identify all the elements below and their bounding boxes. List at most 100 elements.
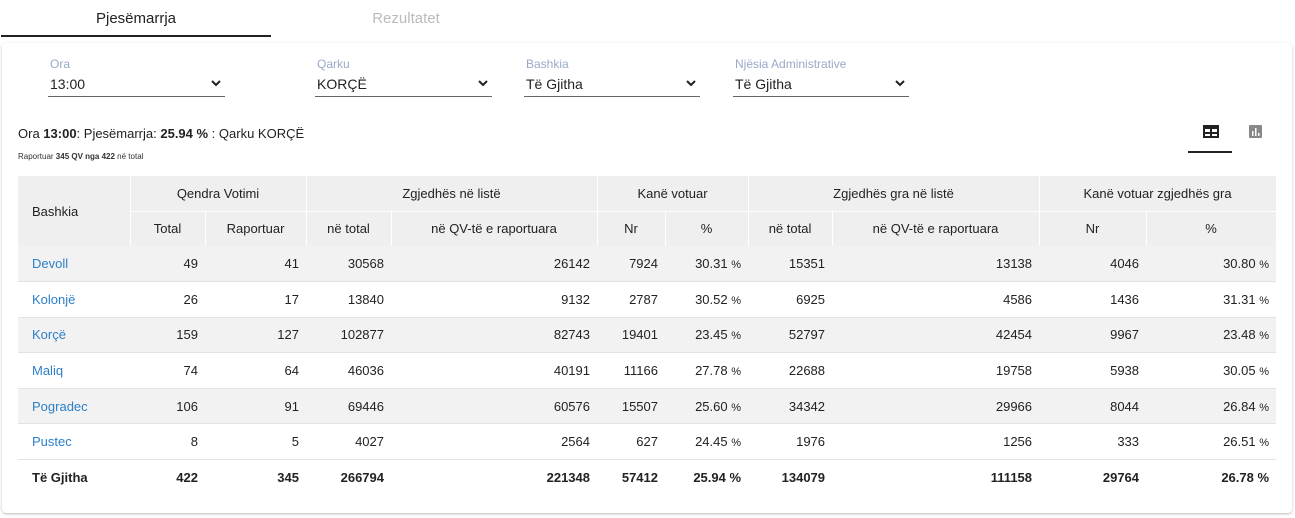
cell-value: 30.52 — [695, 291, 728, 307]
cell-bashkia: Pustec — [18, 423, 130, 461]
cell-c8: 42454 — [832, 317, 1040, 354]
select-qarku[interactable]: KORÇË — [315, 73, 492, 97]
subheader-ne-qv-raportuara[interactable]: në QV-të e raportuara — [391, 210, 598, 246]
cell-bashkia: Korçë — [18, 317, 130, 354]
cell-c10: 30.05 % — [1146, 352, 1277, 389]
table-row: Maliq 74 64 46036 40191 11166 27.78 % 22688 1975… — [18, 352, 1277, 389]
cell-c5: 11166 — [597, 352, 665, 389]
cell-c7: 22688 — [748, 352, 833, 389]
cell-c1: 8 — [130, 423, 205, 461]
cell-bashkia: Kolonjë — [18, 281, 130, 318]
cell-value: 26.51 — [1223, 434, 1256, 450]
table-view-button[interactable] — [1188, 117, 1232, 153]
cell-value: 24.45 — [695, 434, 728, 450]
cell-value: 25.60 — [695, 398, 728, 414]
chart-view-button[interactable] — [1234, 117, 1278, 153]
cell-c10: 23.48 % — [1146, 317, 1277, 354]
cell-c6: 23.45 % — [665, 317, 749, 354]
filter-njesia: Njësia Administrative Të Gjitha — [733, 55, 909, 97]
subheader-gra-nr[interactable]: Nr — [1039, 210, 1147, 246]
subheader-pct[interactable]: % — [665, 210, 749, 246]
cell-c2: 127 — [205, 317, 306, 354]
cell-total-c3: 266794 — [340, 470, 384, 486]
cell-c3: 69446 — [306, 388, 391, 425]
cell-c6: 30.52 % — [665, 281, 749, 318]
cell-c6: 24.45 % — [665, 423, 749, 461]
cell-c1: 159 — [130, 317, 205, 354]
cell-c1: 26 — [130, 281, 205, 318]
tab-bar: Pjesëmarrja Rezultatet — [0, 0, 1295, 38]
select-bashkia[interactable]: Të Gjitha — [524, 73, 700, 97]
cell-c4: 2564 — [391, 423, 597, 461]
cell-c1: 74 — [130, 352, 205, 389]
cell-bashkia: Maliq — [18, 352, 130, 389]
chevron-down-icon — [211, 80, 221, 87]
cell-c9: 8044 — [1039, 388, 1147, 425]
reported-count: 345 QV nga 422 — [55, 152, 115, 161]
cell-c8: 29966 — [832, 388, 1040, 425]
percent-sign: % — [1259, 366, 1270, 379]
table-row: Pustec 8 5 4027 2564 627 24.45 % 1976 1256 333 26.… — [18, 423, 1277, 461]
subheader-raportuar[interactable]: Raportuar — [205, 210, 307, 246]
chevron-down-icon — [686, 80, 696, 87]
cell-value: 26.84 — [1223, 398, 1256, 414]
table-row: Korçë 159 127 102877 82743 19401 23.45 % 52797 4… — [18, 317, 1277, 354]
summary-text: Ora — [18, 126, 44, 141]
cell-value: 31.31 — [1223, 291, 1256, 307]
percent-sign: % — [1259, 401, 1270, 414]
subheader-gra-ne-qv-raportuara[interactable]: në QV-të e raportuara — [832, 210, 1040, 246]
cell-c9: 1436 — [1039, 281, 1147, 318]
cell-c7: 34342 — [748, 388, 833, 425]
cell-c2: 5 — [205, 423, 306, 461]
percent-sign: % — [731, 366, 742, 379]
cell-c1: 106 — [130, 388, 205, 425]
header-qendra-votimi: Qendra Votimi — [130, 176, 307, 211]
percent-sign: % — [1259, 437, 1270, 450]
percent-sign: % — [1259, 330, 1270, 343]
cell-c7: 52797 — [748, 317, 833, 354]
filter-label-bashkia: Bashkia — [526, 57, 569, 71]
cell-bashkia: Devoll — [18, 246, 130, 283]
tab-pjesemarrja[interactable]: Pjesëmarrja — [1, 0, 271, 37]
bashkia-link[interactable]: Devoll — [32, 256, 68, 271]
header-kane-votuar-gra: Kanë votuar zgjedhës gra — [1039, 176, 1277, 211]
subheader-nr[interactable]: Nr — [597, 210, 666, 246]
cell-bashkia-total: Të Gjitha — [32, 470, 88, 486]
turnout-table: Bashkia Qendra Votimi Zgjedhës në listë … — [18, 176, 1277, 495]
table-total-row: Të Gjitha 422 345 266794 221348 57412 25.94 % 1… — [18, 460, 1276, 496]
filter-ora: Ora 13:00 — [48, 55, 225, 97]
subheader-ne-total[interactable]: në total — [306, 210, 392, 246]
cell-value: 30.80 — [1223, 256, 1256, 272]
select-ora[interactable]: 13:00 — [48, 73, 225, 97]
turnout-summary: Ora 13:00: Pjesëmarrja: 25.94 % : Qarku … — [18, 126, 304, 141]
cell-c2: 41 — [205, 246, 306, 283]
bashkia-link[interactable]: Maliq — [32, 363, 63, 378]
header-bashkia[interactable]: Bashkia — [18, 176, 131, 246]
cell-c3: 46036 — [306, 352, 391, 389]
subheader-gra-ne-total[interactable]: në total — [748, 210, 833, 246]
cell-c3: 30568 — [306, 246, 391, 283]
cell-total-c5: 57412 — [621, 470, 658, 486]
cell-total-c4: 221348 — [546, 470, 590, 486]
cell-total-c8: 111158 — [990, 470, 1033, 486]
cell-c6: 30.31 % — [665, 246, 749, 283]
cell-c2: 91 — [205, 388, 306, 425]
percent-sign: % — [731, 259, 742, 272]
bashkia-link[interactable]: Korçë — [32, 327, 66, 342]
bashkia-link[interactable]: Pustec — [32, 434, 72, 449]
cell-c8: 13138 — [832, 246, 1040, 283]
tab-rezultatet[interactable]: Rezultatet — [271, 0, 541, 37]
chevron-down-icon — [478, 80, 488, 87]
percent-sign: % — [731, 330, 742, 343]
select-njesia[interactable]: Të Gjitha — [733, 73, 909, 97]
subheader-gra-pct[interactable]: % — [1146, 210, 1277, 246]
summary-turnout-pct: 25.94 % — [160, 126, 209, 141]
subheader-total[interactable]: Total — [130, 210, 206, 246]
cell-c7: 15351 — [748, 246, 833, 283]
chevron-down-icon — [895, 80, 905, 87]
turnout-card: Ora 13:00 Qarku KORÇË Bashkia Të Gjitha … — [2, 43, 1292, 513]
cell-c6: 25.60 % — [665, 388, 749, 425]
bashkia-link[interactable]: Kolonjë — [32, 292, 75, 307]
cell-c4: 60576 — [391, 388, 597, 425]
bashkia-link[interactable]: Pogradec — [32, 399, 88, 414]
